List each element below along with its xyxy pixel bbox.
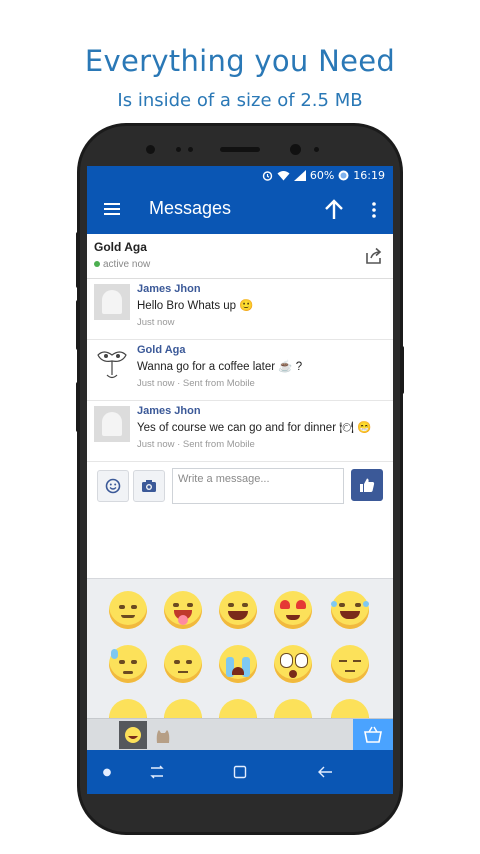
surprised-emoji-icon[interactable] xyxy=(274,645,312,683)
thumbs-up-icon xyxy=(360,478,375,492)
message-sender[interactable]: James Jhon xyxy=(137,283,201,295)
volume-button xyxy=(76,300,80,350)
bixby-button xyxy=(76,382,80,432)
ornament-avatar-icon xyxy=(97,351,127,379)
app-bar: Messages xyxy=(87,186,393,234)
smile-emoji-icon[interactable] xyxy=(109,591,147,629)
power-button xyxy=(400,346,404,394)
emoji-category-tabs xyxy=(87,718,393,751)
emoji-icon[interactable] xyxy=(331,699,369,719)
more-vert-icon[interactable] xyxy=(371,200,377,220)
status-text: active now xyxy=(103,259,151,270)
alarm-icon xyxy=(262,171,273,181)
promo-headline: Everything you Need xyxy=(84,44,396,78)
home-icon[interactable] xyxy=(230,762,250,782)
clock: 16:19 xyxy=(353,169,385,182)
promo-subheadline: Is inside of a size of 2.5 MB xyxy=(117,90,363,111)
message-text: Hello Bro Whats up 🙂 xyxy=(137,300,254,312)
share-icon[interactable] xyxy=(365,247,383,265)
message-input[interactable]: Write a message... xyxy=(172,468,344,504)
message-meta: Just now · Sent from Mobile xyxy=(137,378,255,389)
cat-tab-icon xyxy=(156,730,170,743)
basket-icon xyxy=(364,726,382,743)
sensor-dot xyxy=(146,145,155,154)
signal-icon xyxy=(293,170,306,181)
hamburger-menu-icon[interactable] xyxy=(103,199,125,219)
sensor-dot xyxy=(314,147,319,152)
online-dot xyxy=(94,261,100,268)
camera-icon xyxy=(142,480,156,492)
message-sender[interactable]: James Jhon xyxy=(137,405,201,417)
avatar[interactable] xyxy=(94,284,130,320)
confused-emoji-icon[interactable] xyxy=(164,645,202,683)
arrow-up-icon[interactable] xyxy=(323,198,345,222)
like-button[interactable] xyxy=(351,469,383,501)
message-item: Gold Aga Wanna go for a coffee later ☕ ?… xyxy=(87,340,393,401)
sticker-store-button[interactable] xyxy=(353,719,393,751)
emoji-keyboard xyxy=(87,578,393,719)
tongue-out-emoji-icon[interactable] xyxy=(164,591,202,629)
front-camera xyxy=(290,144,301,155)
smiley-icon xyxy=(105,478,121,494)
message-item: James Jhon Yes of course we can go and f… xyxy=(87,401,393,462)
emoji-icon[interactable] xyxy=(219,699,257,719)
battery-icon xyxy=(338,170,349,181)
message-meta: Just now · Sent from Mobile xyxy=(137,439,255,450)
grin-emoji-icon[interactable] xyxy=(219,591,257,629)
composer: Write a message... xyxy=(87,465,393,515)
wifi-icon xyxy=(277,171,290,181)
sleepy-emoji-icon[interactable] xyxy=(331,645,369,683)
volume-button xyxy=(76,232,80,288)
sweat-emoji-icon[interactable] xyxy=(109,645,147,683)
emoji-icon[interactable] xyxy=(164,699,202,719)
message-thread: James Jhon Hello Bro Whats up 🙂 Just now… xyxy=(87,279,393,579)
system-nav-bar: ● xyxy=(87,750,393,794)
app-title: Messages xyxy=(149,198,232,218)
emoji-button[interactable] xyxy=(97,470,129,502)
sensor-dot xyxy=(176,147,181,152)
contact-status: active now xyxy=(94,259,150,270)
emoji-icon[interactable] xyxy=(109,699,147,719)
emoji-icon[interactable] xyxy=(274,699,312,719)
message-text: Yes of course we can go and for dinner 🍽… xyxy=(137,422,372,434)
nav-dot-icon: ● xyxy=(102,766,112,778)
earpiece xyxy=(220,147,260,152)
recents-icon[interactable] xyxy=(147,762,167,782)
message-sender[interactable]: Gold Aga xyxy=(137,344,185,356)
avatar[interactable] xyxy=(94,406,130,442)
laughing-emoji-icon[interactable] xyxy=(331,591,369,629)
tab-emoji-faces[interactable] xyxy=(119,721,147,749)
message-item: James Jhon Hello Bro Whats up 🙂 Just now xyxy=(87,279,393,340)
face-tab-icon xyxy=(125,727,141,743)
sensor-dot xyxy=(188,147,193,152)
status-bar: 60% 16:19 xyxy=(87,166,393,186)
crying-emoji-icon[interactable] xyxy=(219,645,257,683)
message-meta: Just now xyxy=(137,317,175,328)
battery-percent: 60% xyxy=(309,169,335,182)
conversation-header: Gold Aga active now xyxy=(87,234,393,279)
contact-name[interactable]: Gold Aga xyxy=(94,240,147,254)
back-icon[interactable] xyxy=(315,762,335,782)
tab-emoji-cat[interactable] xyxy=(149,721,177,749)
screen: 60% 16:19 Messages Gold Aga active now J… xyxy=(87,166,393,794)
message-text: Wanna go for a coffee later ☕ ? xyxy=(137,361,303,373)
camera-button[interactable] xyxy=(133,470,165,502)
avatar[interactable] xyxy=(94,345,130,381)
heart-eyes-emoji-icon[interactable] xyxy=(274,591,312,629)
